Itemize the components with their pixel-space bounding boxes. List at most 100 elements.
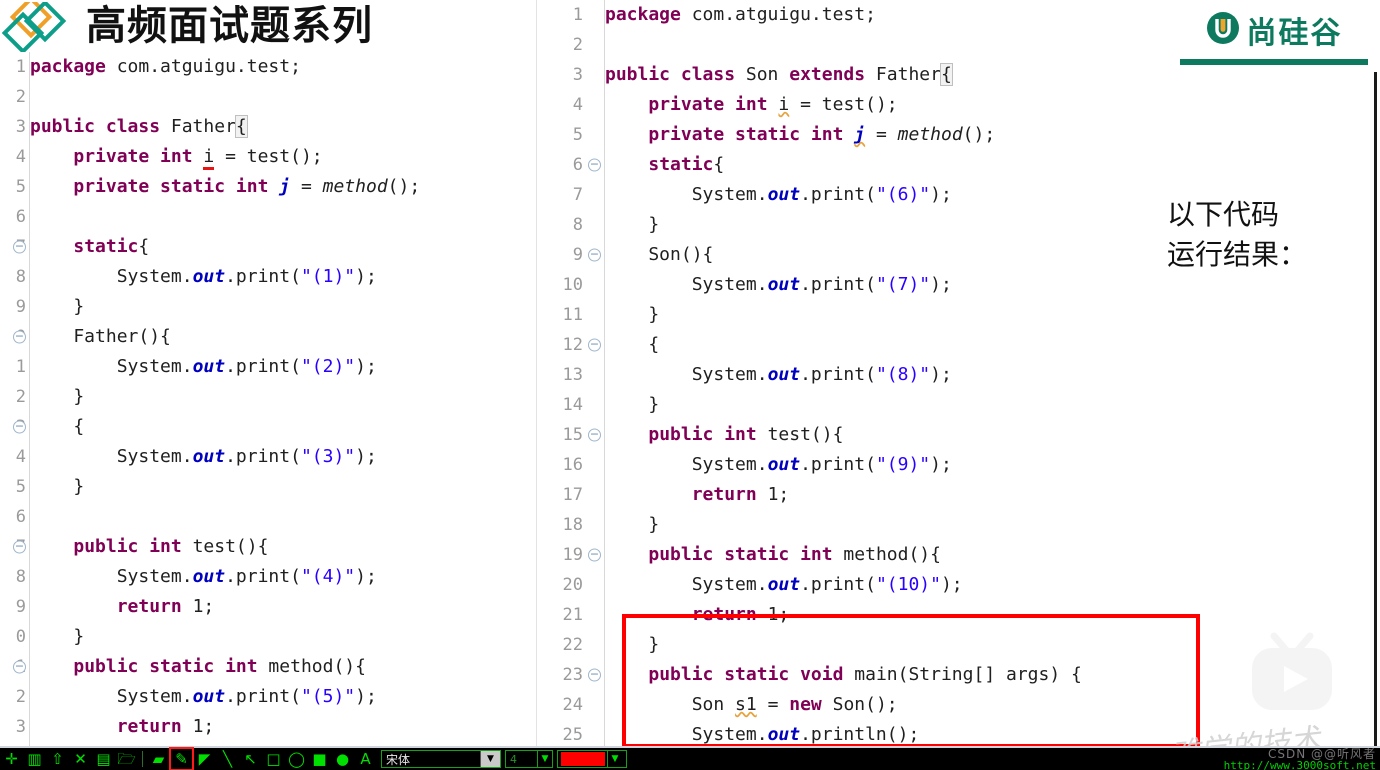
line-number[interactable]: 3 [0, 712, 28, 742]
line-number[interactable]: 1 [0, 652, 28, 682]
line-number[interactable]: 5 [541, 120, 603, 150]
line-number[interactable]: 0 [0, 622, 28, 652]
line-number[interactable]: 15 [541, 420, 603, 450]
line-number[interactable]: 9 [0, 292, 28, 322]
editor-pane-divider[interactable] [533, 0, 541, 748]
font-size-select[interactable]: 4 ▼ [505, 750, 553, 768]
line-number[interactable]: 9 [0, 592, 28, 622]
code-line[interactable]: } [30, 292, 533, 322]
fold-toggle-icon[interactable] [588, 248, 601, 262]
line-number[interactable]: 4 [0, 442, 28, 472]
fold-toggle-icon[interactable] [13, 540, 26, 554]
save-icon[interactable]: ▤ [93, 749, 114, 769]
code-line[interactable]: System.out.print("(2)"); [30, 352, 533, 382]
line-number[interactable]: 1 [0, 352, 28, 382]
line-number[interactable]: 19 [541, 540, 603, 570]
fold-toggle-icon[interactable] [588, 338, 601, 352]
line-number[interactable]: 7 [0, 232, 28, 262]
chevron-down-icon[interactable]: ▼ [607, 751, 622, 767]
line-number[interactable]: 6 [541, 150, 603, 180]
line-number[interactable]: 2 [541, 30, 603, 60]
line-number[interactable]: 4 [541, 90, 603, 120]
code-line[interactable] [30, 202, 533, 232]
fold-toggle-icon[interactable] [13, 420, 26, 434]
pencil-icon[interactable]: ✎ [169, 747, 194, 770]
line-number[interactable]: 6 [0, 502, 28, 532]
line-number[interactable]: 3 [541, 60, 603, 90]
line-number[interactable]: 14 [541, 390, 603, 420]
line-number[interactable]: 24 [541, 690, 603, 720]
code-line[interactable]: public static int method(){ [30, 652, 533, 682]
chevron-down-icon[interactable]: ▼ [537, 751, 552, 767]
line-number[interactable]: 2 [0, 382, 28, 412]
line-icon[interactable]: ╲ [217, 749, 238, 769]
code-line[interactable]: public class Father{ [30, 112, 533, 142]
left-editor-gutter[interactable]: 1234567890123456789012345 [0, 0, 28, 748]
open-folder-icon[interactable]: 🗁 [116, 749, 137, 769]
line-number[interactable]: 7 [541, 180, 603, 210]
close-icon[interactable]: ✕ [70, 749, 91, 769]
line-number[interactable]: 2 [0, 682, 28, 712]
code-line[interactable]: System.out.print("(3)"); [30, 442, 533, 472]
line-number[interactable]: 4 [0, 142, 28, 172]
line-number[interactable]: 3 [0, 112, 28, 142]
code-line[interactable]: public int test(){ [30, 532, 533, 562]
fold-toggle-icon[interactable] [588, 428, 601, 442]
line-number[interactable]: 16 [541, 450, 603, 480]
line-number[interactable]: 2 [0, 82, 28, 112]
fold-toggle-icon[interactable] [13, 240, 26, 254]
code-line[interactable]: package com.atguigu.test; [30, 52, 533, 82]
code-line[interactable]: } [30, 622, 533, 652]
code-line[interactable]: Father(){ [30, 322, 533, 352]
line-number[interactable]: 6 [0, 202, 28, 232]
color-swatch[interactable] [561, 752, 605, 766]
chevron-down-icon[interactable]: ▼ [480, 751, 500, 767]
font-family-select[interactable]: 宋体 ▼ [381, 750, 501, 768]
line-number[interactable]: 5 [0, 172, 28, 202]
cursor-icon[interactable]: ✛ [1, 749, 22, 769]
line-number[interactable]: 7 [0, 532, 28, 562]
code-line[interactable]: System.out.print("(1)"); [30, 262, 533, 292]
line-number[interactable]: 1 [541, 0, 603, 30]
paint-bucket-icon[interactable]: ◤ [194, 749, 215, 769]
code-line[interactable]: return 1; [30, 592, 533, 622]
fold-toggle-icon[interactable] [588, 668, 601, 682]
line-number[interactable]: 18 [541, 510, 603, 540]
line-number[interactable]: 25 [541, 720, 603, 748]
code-line[interactable] [30, 502, 533, 532]
code-line[interactable]: static{ [30, 232, 533, 262]
line-number[interactable]: 8 [0, 562, 28, 592]
filled-circle-icon[interactable]: ● [332, 749, 353, 769]
code-line[interactable]: System.out.print("(4)"); [30, 562, 533, 592]
line-number[interactable]: 0 [0, 322, 28, 352]
fold-toggle-icon[interactable] [588, 158, 601, 172]
text-tool-icon[interactable]: A [355, 749, 376, 769]
arrow-icon[interactable]: ↖ [240, 749, 261, 769]
code-line[interactable]: return 1; [30, 712, 533, 742]
line-number[interactable]: 8 [541, 210, 603, 240]
code-line[interactable] [30, 82, 533, 112]
line-number[interactable]: 17 [541, 480, 603, 510]
line-number[interactable]: 10 [541, 270, 603, 300]
line-number[interactable]: 13 [541, 360, 603, 390]
eraser-icon[interactable]: ▰ [148, 749, 169, 769]
left-editor-code[interactable]: package com.atguigu.test; public class F… [30, 0, 533, 748]
left-code-editor[interactable]: 1234567890123456789012345 package com.at… [0, 0, 533, 748]
fold-toggle-icon[interactable] [13, 660, 26, 674]
line-number[interactable]: 11 [541, 300, 603, 330]
line-number[interactable]: 12 [541, 330, 603, 360]
arrow-up-icon[interactable]: ⇧ [47, 749, 68, 769]
line-number[interactable]: 1 [0, 52, 28, 82]
ellipse-icon[interactable]: ◯ [286, 749, 307, 769]
line-number[interactable]: 23 [541, 660, 603, 690]
line-number[interactable]: 8 [0, 262, 28, 292]
line-number[interactable]: 3 [0, 412, 28, 442]
pen-color-select[interactable]: ▼ [557, 750, 627, 768]
line-number[interactable]: 21 [541, 600, 603, 630]
code-line[interactable]: } [30, 382, 533, 412]
right-editor-gutter[interactable]: 1234567891011121314151617181920212223242… [541, 0, 603, 748]
line-number[interactable]: 22 [541, 630, 603, 660]
code-line[interactable]: { [30, 412, 533, 442]
whiteboard-icon[interactable]: ▥ [24, 749, 45, 769]
code-line[interactable]: } [30, 472, 533, 502]
